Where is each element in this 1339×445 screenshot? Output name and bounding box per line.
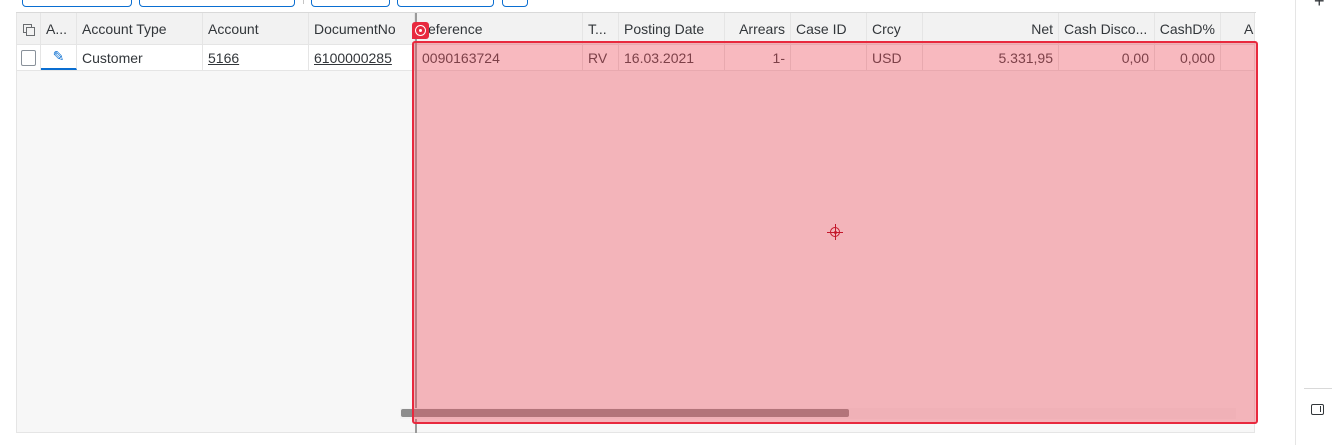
column-header-a[interactable]: A... <box>41 13 77 44</box>
copy-icon[interactable] <box>23 23 35 36</box>
column-header-case-id[interactable]: Case ID <box>791 13 867 44</box>
side-panel-toggle-icon[interactable] <box>1311 404 1324 415</box>
plus-icon[interactable]: + <box>1314 0 1325 10</box>
pencil-icon[interactable]: ✎ <box>53 48 65 65</box>
column-header-cash-pct[interactable]: CashD% <box>1155 13 1221 44</box>
row-edit-cell[interactable]: ✎ <box>41 45 77 70</box>
toolbar-button-4[interactable] <box>397 0 494 7</box>
column-header-t[interactable]: T... <box>583 13 619 44</box>
cell-account-type: Customer <box>77 45 203 70</box>
side-panel: + <box>1295 0 1339 445</box>
column-header-arrears[interactable]: Arrears <box>725 13 791 44</box>
target-icon <box>412 22 429 39</box>
toolbar <box>16 0 1256 13</box>
column-header-select-all[interactable] <box>17 13 41 44</box>
column-header-account-type[interactable]: Account Type <box>77 13 203 44</box>
column-header-account[interactable]: Account <box>203 13 309 44</box>
column-header-cash-discount[interactable]: Cash Disco... <box>1059 13 1155 44</box>
column-header-net[interactable]: Net <box>923 13 1059 44</box>
side-panel-divider <box>1304 388 1332 389</box>
row-checkbox[interactable] <box>21 49 36 66</box>
toolbar-button-5[interactable] <box>502 0 528 7</box>
column-header-reference[interactable]: eference <box>417 13 583 44</box>
column-header-posting-date[interactable]: Posting Date <box>619 13 725 44</box>
cell-account: 5166 <box>203 45 309 70</box>
column-header-ar[interactable]: Ar <box>1221 13 1254 44</box>
row-select-cell <box>17 45 41 70</box>
crosshair-icon <box>827 224 843 240</box>
cell-document-no: 6100000285 <box>309 45 415 70</box>
account-link[interactable]: 5166 <box>208 50 239 66</box>
toolbar-separator <box>303 0 304 4</box>
column-header-crcy[interactable]: Crcy <box>867 13 923 44</box>
document-no-link[interactable]: 6100000285 <box>314 50 392 66</box>
toolbar-button-2[interactable] <box>139 0 295 7</box>
toolbar-button-1[interactable] <box>22 0 132 7</box>
toolbar-button-3[interactable] <box>311 0 390 7</box>
column-header-document-no[interactable]: DocumentNo <box>309 13 415 44</box>
